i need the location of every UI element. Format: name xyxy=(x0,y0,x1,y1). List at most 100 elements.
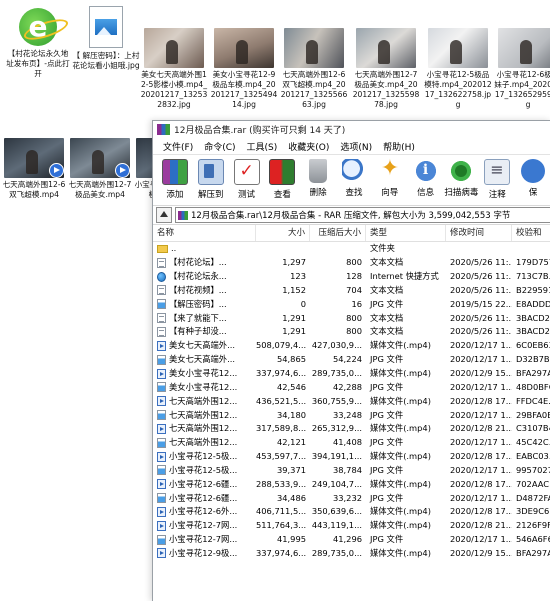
video-thumbnail xyxy=(70,138,130,178)
desktop-file-icon[interactable]: 【 解压密码】：上村花论坛看小姐哦.jpg xyxy=(72,6,140,71)
file-row[interactable]: 【解压密码】... 0 16 JPG 文件 2019/5/15 22... E8ADDD.… xyxy=(153,297,550,311)
file-crc-cell: 179D7573 xyxy=(516,257,550,268)
file-crc-cell: 45C42C... xyxy=(516,437,550,448)
toolbar-button-add[interactable]: 添加 xyxy=(157,157,193,200)
file-row[interactable]: 七天高端外围12... 34,180 33,248 JPG 文件 2020/12/17 … xyxy=(153,408,550,422)
file-row[interactable]: 【村花论坛】... 1,297 800 文本文档 2020/5/26 11:... 179… xyxy=(153,256,550,270)
desktop-file-icon[interactable]: 小宝寻花12-5极品模特.mp4_20201217_132622758.jpg xyxy=(424,28,492,110)
file-type-cell: Internet 快捷方式 xyxy=(370,271,439,282)
menu-item[interactable]: 帮助(H) xyxy=(379,140,422,153)
desktop-file-icon[interactable]: 七天高端外围12-6双飞超模.mp4_20201217_132556663.jp… xyxy=(280,28,348,110)
file-modified-cell: 2020/12/9 15... xyxy=(450,368,512,379)
column-header-type[interactable]: 类型 xyxy=(366,225,446,241)
file-row[interactable]: 小宝寻花12-6疆... 34,486 33,232 JPG 文件 2020/12/17… xyxy=(153,491,550,505)
desktop-file-icon[interactable]: 小宝寻花12-6极气妹子.mp4_20201217_132652959.jpg xyxy=(494,28,550,110)
scan-icon xyxy=(449,159,474,183)
toolbar-button-del[interactable]: 删除 xyxy=(300,157,336,198)
test-icon xyxy=(233,159,260,185)
file-crc-cell: 48D0BFC0 xyxy=(516,381,550,392)
file-row[interactable]: .. 文件夹 xyxy=(153,242,550,256)
file-packed-cell: 360,755,9... xyxy=(311,395,362,406)
file-size-cell: 511,764,3... xyxy=(256,520,307,531)
window-title: 12月极品合集.rar (购买许可只剩 14 天了) xyxy=(174,126,346,136)
image-file-icon xyxy=(157,534,166,545)
file-crc-cell: 2126F9F9 xyxy=(516,520,550,531)
desktop-file-icon[interactable]: 美女小宝寻花12-9极品车模.mp4_20201217_132549414.jp… xyxy=(210,28,278,110)
menu-item[interactable]: 收藏夹(O) xyxy=(284,140,336,153)
toolbar-button-extract[interactable]: 解压到 xyxy=(193,157,229,200)
desktop-file-caption: 小宝寻花12-5极品模特.mp4_20201217_132622758.jpg xyxy=(424,70,492,109)
toolbar-button-info[interactable]: 信息 xyxy=(408,157,444,198)
file-name-cell: 小宝寻花12-7网... xyxy=(153,519,256,532)
menu-item[interactable]: 文件(F) xyxy=(159,140,200,153)
file-row[interactable]: 小宝寻花12-5极... 39,371 38,784 JPG 文件 2020/12/17… xyxy=(153,464,550,478)
menu-bar: 文件(F) 命令(C) 工具(S) 收藏夹(O) 选项(N) 帮助(H) xyxy=(153,138,550,155)
column-header-modified[interactable]: 修改时间 xyxy=(446,225,512,241)
file-type-cell: 媒体文件(.mp4) xyxy=(370,368,431,379)
winrar-app-icon xyxy=(157,124,170,135)
toolbar-button-view[interactable]: 查看 xyxy=(264,157,300,200)
desktop-file-icon[interactable]: 七天高端外围12-7极品美女.mp4_20201217_132559878.jp… xyxy=(352,28,420,110)
file-row[interactable]: 美女小宝寻花12... 42,546 42,288 JPG 文件 2020/12/17 … xyxy=(153,380,550,394)
desktop-file-caption: 七天高端外围12-6双飞超模.mp4_20201217_132556663.jp… xyxy=(280,70,348,109)
file-row[interactable]: 美女小宝寻花12... 337,974,6... 289,735,0... 媒体文件(… xyxy=(153,367,550,381)
file-type-cell: 媒体文件(.mp4) xyxy=(370,520,431,531)
file-row[interactable]: 七天高端外围12... 436,521,5... 360,755,9... 媒体文件(… xyxy=(153,394,550,408)
file-name: 小宝寻花12-6外... xyxy=(169,506,238,517)
file-row[interactable]: 小宝寻花12-7网... 41,995 41,296 JPG 文件 2020/12/17… xyxy=(153,533,550,547)
file-name: 七天高端外围12... xyxy=(169,437,238,448)
toolbar-button-scan[interactable]: 扫描病毒 xyxy=(444,157,480,198)
toolbar-button-comment[interactable]: 注释 xyxy=(479,157,515,200)
file-name-cell: 小宝寻花12-9极... xyxy=(153,547,256,560)
column-header-size[interactable]: 大小 xyxy=(256,225,310,241)
file-name: 小宝寻花12-7网... xyxy=(169,520,238,531)
address-field[interactable]: 12月极品合集.rar\12月极品合集 - RAR 压缩文件, 解包大小为 3,… xyxy=(175,207,550,223)
file-row[interactable]: 【有种子却没... 1,291 800 文本文档 2020/5/26 11:... 3BA… xyxy=(153,325,550,339)
toolbar-button-wiz[interactable]: 向导 xyxy=(372,156,408,198)
file-modified-cell: 2020/12/8 17... xyxy=(450,395,512,406)
file-size-cell: 123 xyxy=(290,271,306,282)
column-header-crc[interactable]: 校验和 xyxy=(512,225,550,241)
desktop-file-icon[interactable]: 七天高端外围12-7极品美女.mp4 xyxy=(66,138,134,200)
file-row[interactable]: 小宝寻花12-6疆... 288,533,9... 249,104,7... 媒体文件… xyxy=(153,477,550,491)
file-size-cell: 436,521,5... xyxy=(256,395,307,406)
file-type-cell: 媒体文件(.mp4) xyxy=(370,506,431,517)
menu-item[interactable]: 选项(N) xyxy=(336,140,379,153)
file-row[interactable]: 七天高端外围12... 317,589,8... 265,312,9... 媒体文件(… xyxy=(153,422,550,436)
menu-item[interactable]: 工具(S) xyxy=(243,140,285,153)
toolbar-button-test[interactable]: 测试 xyxy=(229,157,265,200)
file-row[interactable]: 小宝寻花12-6外... 406,711,5... 350,639,6... 媒体文件… xyxy=(153,505,550,519)
file-name-cell: 【有种子却没... xyxy=(153,325,256,338)
title-bar[interactable]: 12月极品合集.rar (购买许可只剩 14 天了) xyxy=(153,121,550,138)
file-name-cell: 七天高端外围12... xyxy=(153,409,256,422)
globe-file-icon xyxy=(157,271,166,282)
file-type-cell: 文件夹 xyxy=(370,243,395,254)
file-type-cell: JPG 文件 xyxy=(370,381,404,392)
file-list: .. 文件夹 【村花论坛】... 1,297 800 文本文档 2020/5/26 11:.… xyxy=(153,242,550,560)
file-type-cell: JPG 文件 xyxy=(370,464,404,475)
column-header-packed[interactable]: 压缩后大小 xyxy=(310,225,366,241)
wiz-icon xyxy=(378,156,402,183)
menu-item[interactable]: 命令(C) xyxy=(200,140,242,153)
up-folder-button[interactable] xyxy=(156,207,172,223)
file-row[interactable]: 小宝寻花12-5极... 453,597,7... 394,191,1... 媒体文件… xyxy=(153,450,550,464)
file-row[interactable]: 【村花论坛永... 123 128 Internet 快捷方式 2020/5/26 11… xyxy=(153,270,550,284)
file-packed-cell: 33,232 xyxy=(332,492,362,503)
column-header-name[interactable]: 名称 xyxy=(153,225,256,241)
desktop-file-icon[interactable]: 七天高端外围12-6双飞超模.mp4 xyxy=(0,138,68,200)
file-row[interactable]: 【来了就能下... 1,291 800 文本文档 2020/5/26 11:... 3BA… xyxy=(153,311,550,325)
file-row[interactable]: 【村花视频】... 1,152 704 文本文档 2020/5/26 11:... B22… xyxy=(153,284,550,298)
toolbar-button-find[interactable]: 查找 xyxy=(336,157,372,198)
file-row[interactable]: 七天高端外围12... 42,121 41,408 JPG 文件 2020/12/17 … xyxy=(153,436,550,450)
desktop-file-icon[interactable]: 美女七天高端外围12-5影楼小模.mp4_20201217_132532832.… xyxy=(140,28,208,110)
file-packed-cell: 16 xyxy=(351,298,362,309)
file-row[interactable]: 美女七天高端外... 508,079,4... 427,030,9... 媒体文件(.… xyxy=(153,339,550,353)
file-row[interactable]: 小宝寻花12-7网... 511,764,3... 443,119,1... 媒体文件… xyxy=(153,519,550,533)
file-row[interactable]: 美女七天高端外... 54,865 54,224 JPG 文件 2020/12/17 1… xyxy=(153,353,550,367)
file-packed-cell: 33,248 xyxy=(332,409,362,420)
desktop-file-icon[interactable]: 【村花论坛永久地址发布页】-点此打开 xyxy=(4,6,72,79)
file-row[interactable]: 小宝寻花12-9极... 337,974,6... 289,735,0... 媒体文件… xyxy=(153,547,550,561)
file-name: 七天高端外围12... xyxy=(169,395,238,406)
image-file-icon xyxy=(157,493,166,504)
toolbar-button-sfx[interactable]: 保 xyxy=(515,157,550,198)
